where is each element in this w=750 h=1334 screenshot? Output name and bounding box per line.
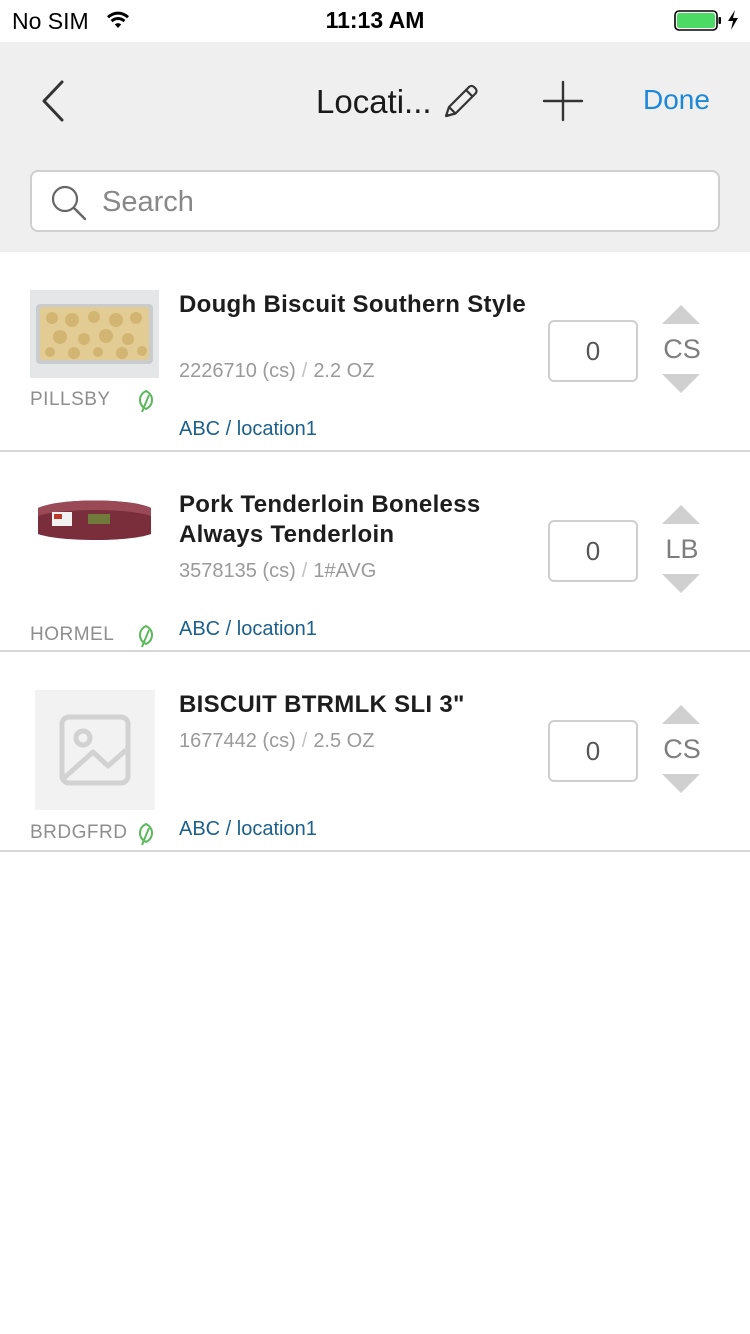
product-pack: 1#AVG	[313, 560, 377, 582]
meta-separator: /	[301, 360, 308, 382]
product-pack: 2.5 OZ	[313, 730, 375, 752]
product-meta: 2226710 (cs)/2.2 OZ	[179, 360, 374, 383]
location-link[interactable]: ABC / location1	[179, 418, 317, 441]
list-item[interactable]: HORMEL Pork Tenderloin Boneless Always T…	[0, 452, 750, 652]
leaf-icon	[139, 822, 153, 846]
increment-arrow-icon[interactable]	[662, 704, 700, 724]
battery-icon	[674, 10, 721, 31]
quantity-field[interactable]: 0	[548, 520, 638, 582]
brand-label: BRDGFRD	[30, 822, 128, 843]
search-input[interactable]	[102, 180, 702, 224]
navigation-bar: Locati... Done	[0, 42, 750, 252]
product-name: Pork Tenderloin Boneless Always Tenderlo…	[179, 491, 481, 548]
decrement-arrow-icon[interactable]	[662, 574, 700, 594]
meta-separator: /	[301, 560, 308, 582]
image-placeholder-icon	[59, 714, 131, 786]
location-link[interactable]: ABC / location1	[179, 818, 317, 841]
pencil-icon[interactable]	[438, 80, 482, 124]
meta-separator: /	[301, 730, 308, 752]
leaf-icon	[139, 389, 153, 413]
increment-arrow-icon[interactable]	[662, 304, 700, 324]
leaf-icon	[139, 624, 153, 648]
product-code: 2226710 (cs)	[179, 360, 296, 382]
title-group[interactable]: Locati...	[316, 80, 482, 124]
decrement-arrow-icon[interactable]	[662, 374, 700, 394]
product-code: 3578135 (cs)	[179, 560, 296, 582]
brand-label: HORMEL	[30, 624, 115, 645]
list-item[interactable]: PILLSBY Dough Biscuit Southern Style 222…	[0, 252, 750, 452]
charging-bolt-icon	[728, 10, 738, 30]
item-list: PILLSBY Dough Biscuit Southern Style 222…	[0, 252, 750, 852]
increment-arrow-icon[interactable]	[662, 504, 700, 524]
product-code: 1677442 (cs)	[179, 730, 296, 752]
product-meta: 3578135 (cs)/1#AVG	[179, 560, 376, 583]
brand-label: PILLSBY	[30, 389, 111, 410]
image-placeholder	[35, 690, 155, 810]
product-name: Dough Biscuit Southern Style	[179, 291, 527, 318]
pork-tenderloin-photo	[30, 472, 159, 560]
unit-label: CS	[663, 734, 701, 764]
product-pack: 2.2 OZ	[313, 360, 375, 382]
plus-icon[interactable]	[540, 78, 586, 124]
search-icon	[51, 185, 87, 221]
quantity-field[interactable]: 0	[548, 720, 638, 782]
search-bar[interactable]	[30, 170, 720, 232]
list-item[interactable]: BRDGFRD BISCUIT BTRMLK SLI 3" 1677442 (c…	[0, 652, 750, 852]
location-link[interactable]: ABC / location1	[179, 618, 317, 641]
product-name: BISCUIT BTRMLK SLI 3"	[179, 691, 465, 718]
decrement-arrow-icon[interactable]	[662, 774, 700, 794]
unit-label: CS	[663, 334, 701, 364]
status-bar: No SIM 11:13 AM	[0, 0, 750, 42]
page-title: Locati...	[316, 83, 432, 120]
unit-label: LB	[665, 534, 699, 564]
product-meta: 1677442 (cs)/2.5 OZ	[179, 730, 374, 753]
clock: 11:13 AM	[325, 7, 425, 33]
done-button[interactable]: Done	[643, 84, 710, 116]
back-chevron-icon[interactable]	[36, 78, 70, 124]
quantity-field[interactable]: 0	[548, 320, 638, 382]
biscuit-tray-photo	[30, 290, 159, 378]
